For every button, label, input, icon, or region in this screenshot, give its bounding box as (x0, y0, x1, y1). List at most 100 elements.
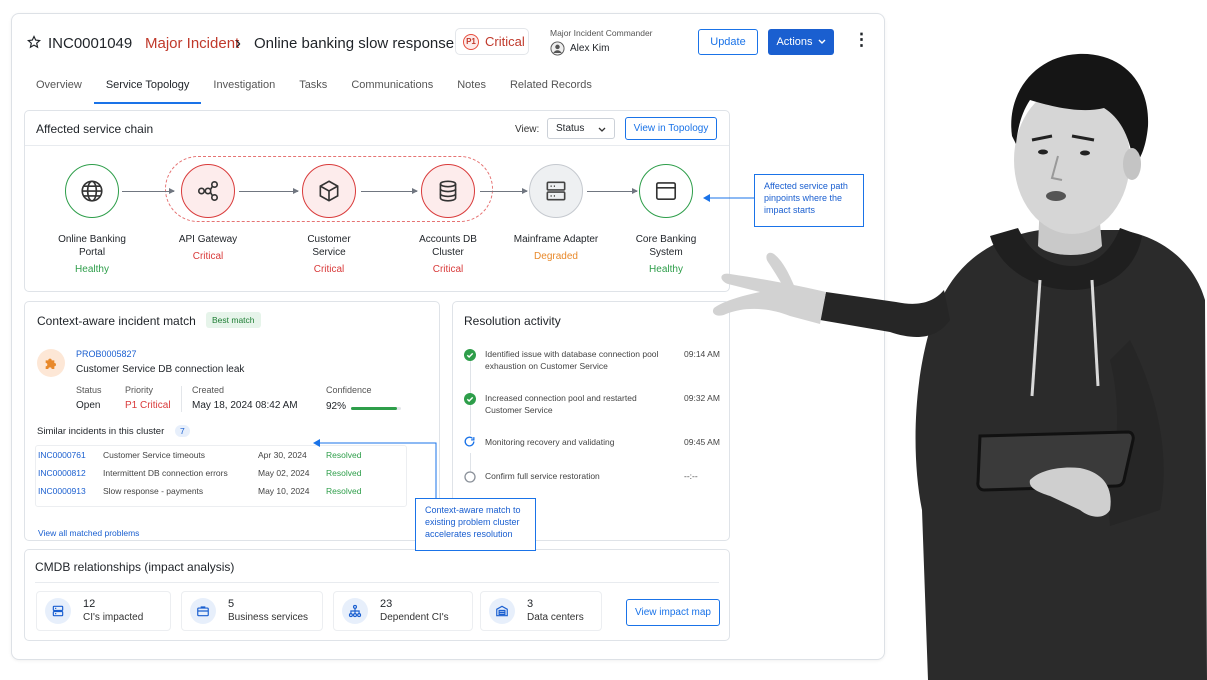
confidence-value: 92% (326, 401, 347, 412)
tab-bar: Overview Service Topology Investigation … (24, 70, 604, 104)
stat-data-centers[interactable]: 3 Data centers (480, 591, 602, 631)
status-label: Status (76, 385, 102, 395)
stat-business-services[interactable]: 5 Business services (181, 591, 323, 631)
tab-overview[interactable]: Overview (24, 70, 94, 102)
divider (35, 582, 719, 583)
node-status: Degraded (534, 251, 578, 262)
tab-investigation[interactable]: Investigation (201, 70, 287, 102)
stat-cis-impacted[interactable]: 12 CI's impacted (36, 591, 171, 631)
puzzle-icon (37, 349, 65, 377)
node-status: Critical (192, 251, 224, 262)
node-label: API Gateway Critical (153, 233, 263, 263)
tab-service-topology[interactable]: Service Topology (93, 70, 202, 104)
breadcrumb-chevron-icon: › (235, 33, 241, 53)
activity-text: Increased connection pool and restarted … (485, 393, 637, 415)
incident-desc: Intermittent DB connection errors (103, 468, 228, 478)
callout-context-match: Context-aware match to existing problem … (415, 498, 536, 551)
node-status: Healthy (75, 264, 109, 275)
server-icon (546, 181, 566, 201)
p1-icon: P1 (463, 33, 479, 50)
incident-desc: Customer Service timeouts (103, 450, 206, 460)
confidence-bar-track (351, 407, 401, 410)
callout-text: Context-aware match to existing problem … (425, 505, 521, 539)
node-core-banking-system[interactable] (639, 164, 693, 218)
chain-arrow (587, 188, 638, 194)
stat-dependent-cis[interactable]: 23 Dependent CI's (333, 591, 473, 631)
node-label: Online Banking Portal Healthy (37, 233, 147, 276)
cube-icon (319, 180, 339, 202)
chevron-down-icon (598, 127, 606, 132)
created-value: May 18, 2024 08:42 AM (192, 400, 298, 411)
node-name: Online Banking Portal (58, 234, 126, 258)
node-label: Customer Service Critical (274, 233, 384, 276)
node-status: Critical (432, 264, 464, 275)
confidence-bar-fill (351, 407, 397, 410)
node-accounts-db-cluster[interactable] (421, 164, 475, 218)
activity-text: Identified issue with database connectio… (485, 349, 659, 371)
incident-match-panel: Context-aware incident match Best match … (24, 301, 440, 541)
tab-notes[interactable]: Notes (445, 70, 498, 102)
view-select[interactable]: Status (547, 118, 615, 139)
node-mainframe-adapter[interactable] (529, 164, 583, 218)
view-select-value: Status (556, 123, 585, 134)
activity-text: Monitoring recovery and validating (485, 437, 615, 447)
resolution-activity-title: Resolution activity (464, 314, 561, 328)
node-name: API Gateway (178, 234, 238, 245)
node-name: Mainframe Adapter (513, 234, 599, 245)
divider (181, 386, 182, 412)
chain-arrow (239, 188, 299, 194)
chain-arrow (361, 188, 418, 194)
avatar-icon (550, 41, 565, 61)
node-online-banking-portal[interactable] (65, 164, 119, 218)
incident-desc: Slow response - payments (103, 486, 204, 496)
incident-category[interactable]: Major Incident (145, 35, 239, 52)
divider (25, 145, 729, 146)
priority-badge: P1 Critical (455, 28, 529, 55)
hierarchy-icon (342, 598, 368, 624)
stat-label: Data centers (527, 612, 584, 623)
service-chain-title: Affected service chain (36, 122, 154, 136)
stat-number: 5 (228, 598, 235, 610)
window-icon (655, 182, 677, 200)
node-api-gateway[interactable] (181, 164, 235, 218)
incident-link[interactable]: INC0000812 (38, 468, 103, 478)
stat-number: 12 (83, 598, 96, 610)
presenter-person-image (712, 53, 1207, 680)
tab-communications[interactable]: Communications (339, 70, 445, 102)
node-name: Accounts DB Cluster (419, 234, 477, 258)
tab-tasks[interactable]: Tasks (287, 70, 339, 102)
stat-number: 3 (527, 598, 534, 610)
incident-id: INC0001049 (48, 35, 133, 52)
activity-time: --:-- (684, 471, 698, 481)
priority-label: Priority (125, 385, 154, 395)
chain-arrow (122, 188, 175, 194)
incident-match-title: Context-aware incident match (37, 314, 196, 328)
star-icon[interactable] (26, 35, 42, 54)
similar-label: Similar incidents in this cluster (37, 426, 165, 437)
globe-icon (81, 180, 103, 202)
problem-title: Customer Service DB connection leak (76, 364, 245, 375)
tab-related-records[interactable]: Related Records (498, 70, 604, 102)
commander-name: Alex Kim (570, 43, 610, 54)
stat-label: Business services (228, 612, 309, 623)
commander-label: Major Incident Commander (550, 28, 653, 38)
confidence-label: Confidence (326, 385, 372, 395)
stat-label: Dependent CI's (380, 612, 449, 623)
refresh-icon (463, 435, 476, 453)
node-name: Customer Service (307, 234, 351, 258)
problem-id-link[interactable]: PROB0005827 (76, 349, 137, 359)
node-customer-service[interactable] (302, 164, 356, 218)
view-all-matched-link[interactable]: View all matched problems (38, 528, 139, 538)
activity-item: Increased connection pool and restarted … (485, 392, 660, 416)
stat-number: 23 (380, 598, 393, 610)
incident-link[interactable]: INC0000913 (38, 486, 103, 496)
pending-circle-icon (464, 470, 476, 488)
node-status: Critical (313, 264, 345, 275)
callout-arrow (313, 439, 437, 499)
stat-label: CI's impacted (83, 612, 144, 623)
node-label: Mainframe Adapter Degraded (501, 233, 611, 263)
view-label: View: (515, 124, 540, 135)
priority-label: Critical (485, 34, 525, 49)
network-icon (197, 180, 219, 202)
incident-link[interactable]: INC0000761 (38, 450, 103, 460)
